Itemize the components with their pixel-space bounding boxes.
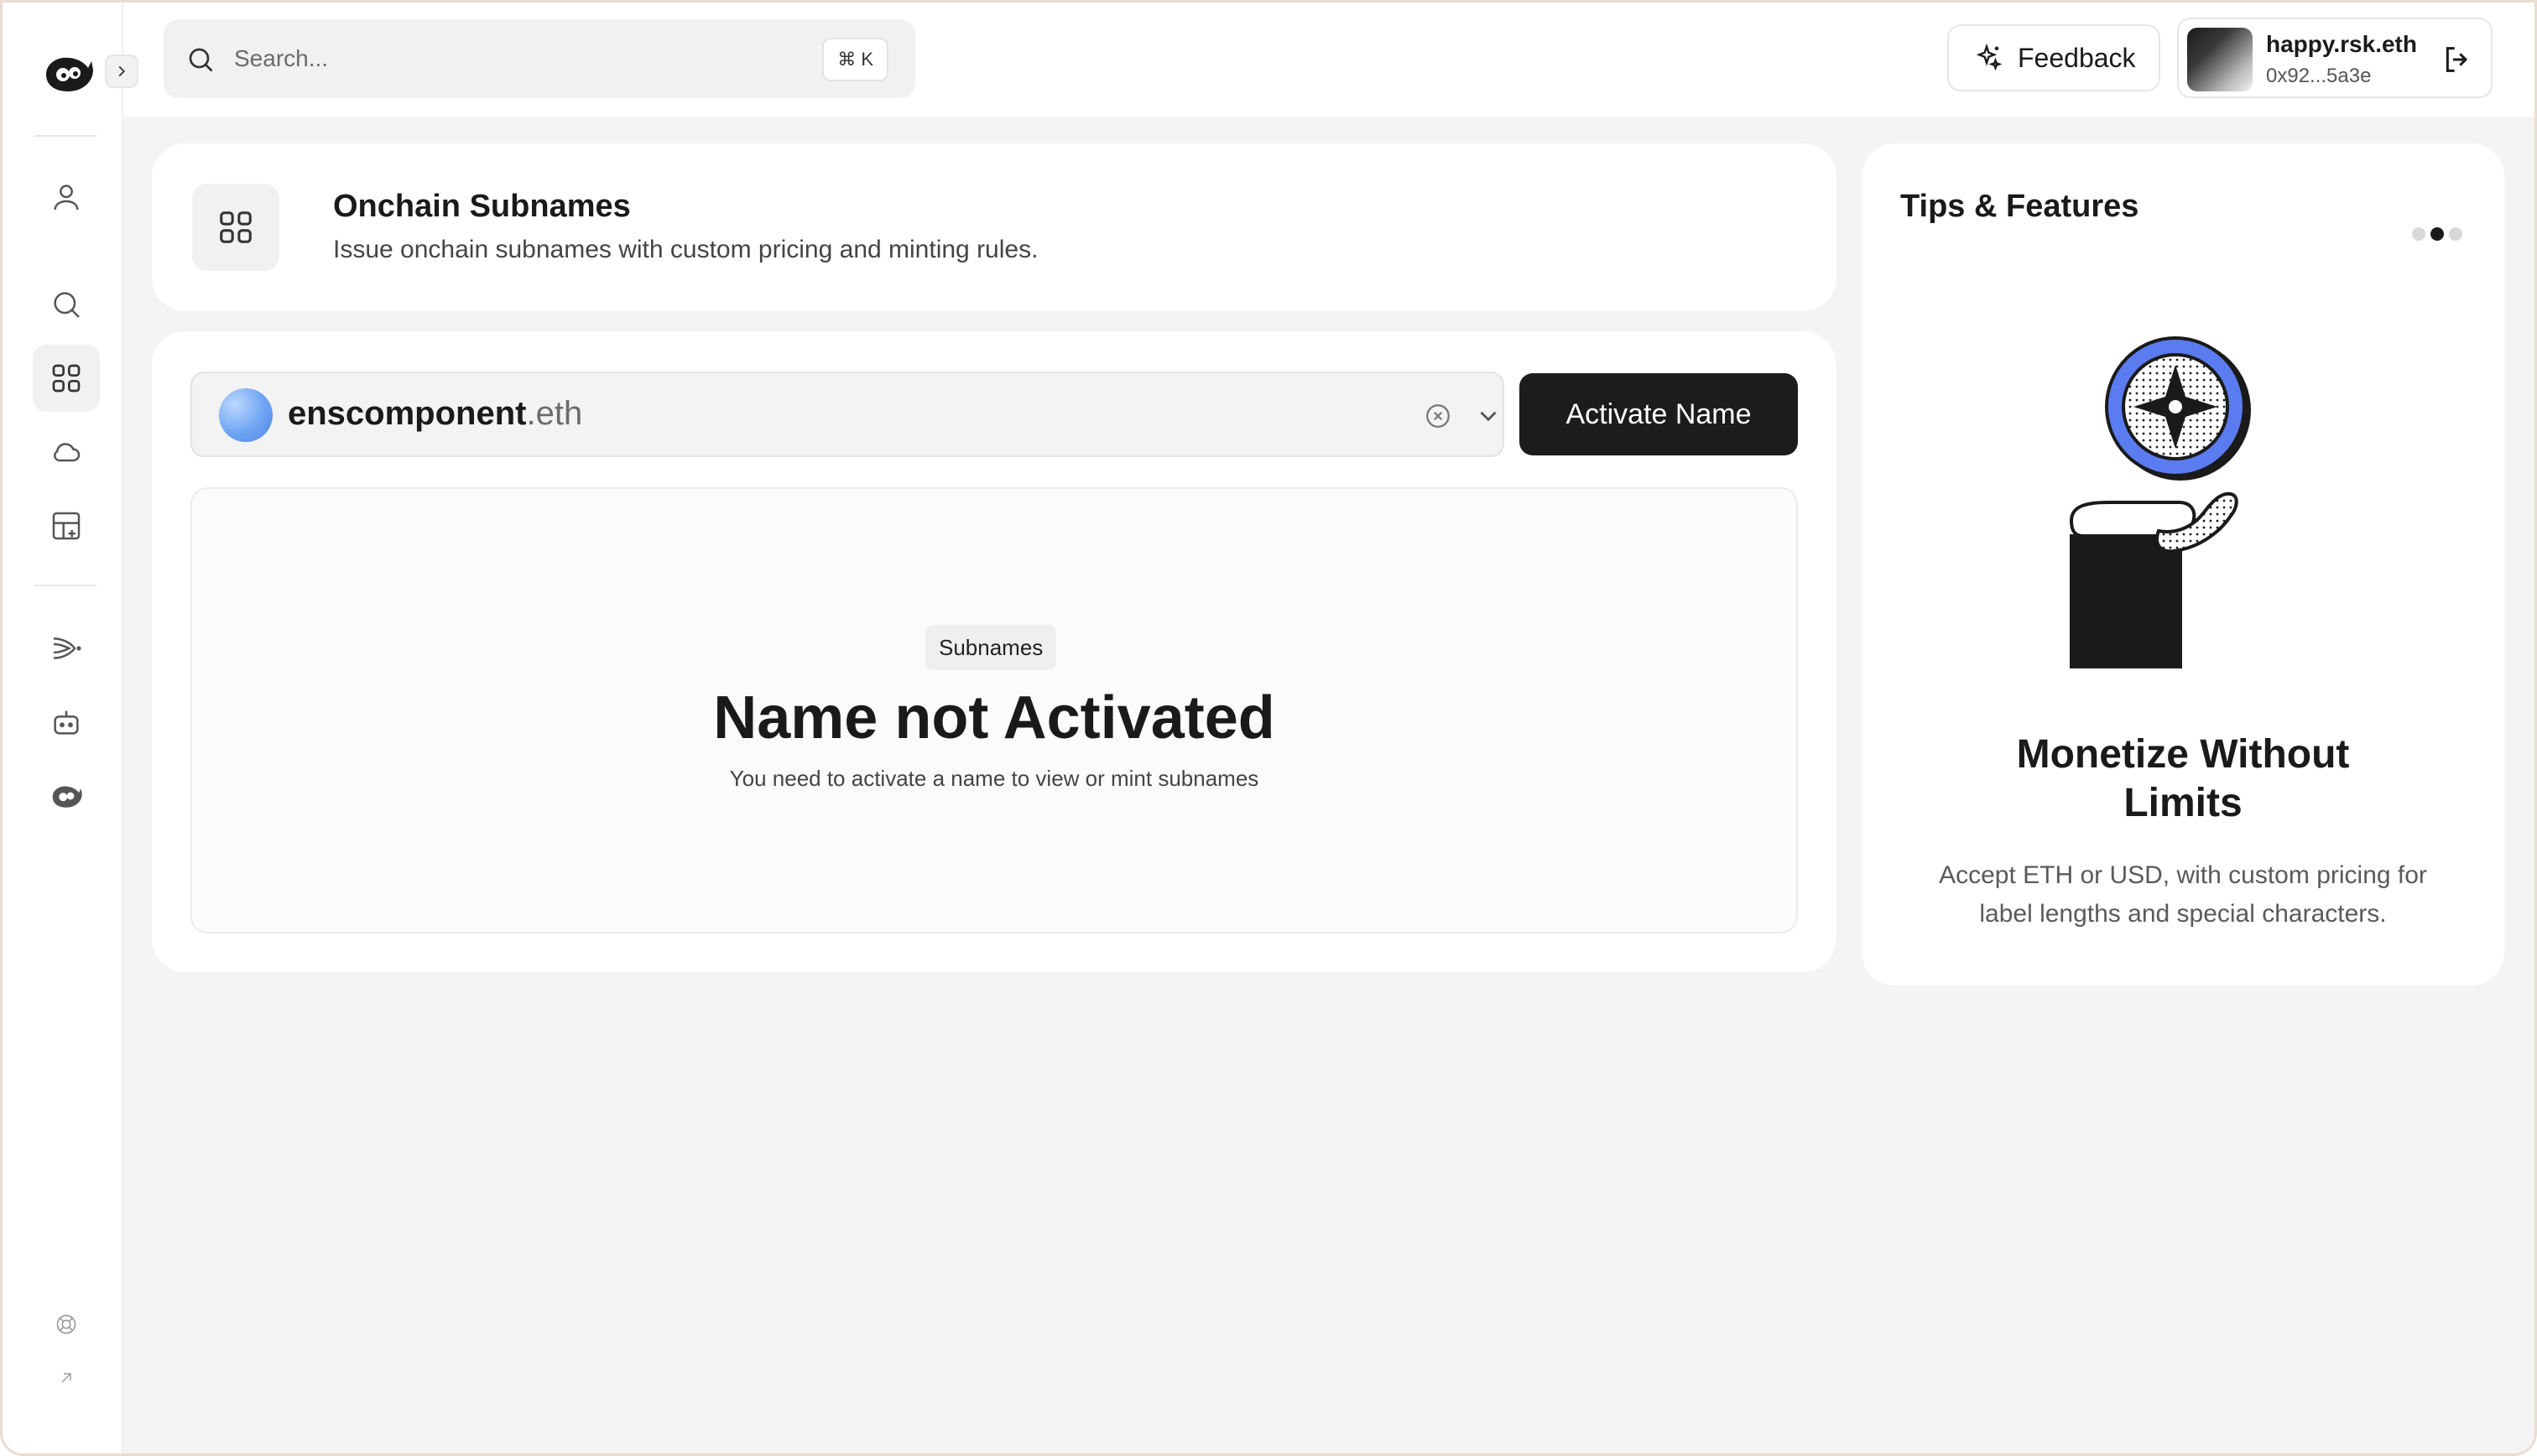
carousel-dots[interactable] bbox=[2412, 227, 2462, 241]
sidebar-item-search[interactable] bbox=[33, 271, 100, 338]
account-address: 0x92...5a3e bbox=[2266, 65, 2372, 87]
search-bar[interactable]: ⌘ K bbox=[164, 19, 915, 98]
carousel-dot[interactable] bbox=[2412, 227, 2425, 241]
account-menu[interactable]: happy.rsk.eth 0x92...5a3e bbox=[2177, 18, 2493, 98]
empty-state: Subnames Name not Activated You need to … bbox=[190, 487, 1798, 933]
name-selector[interactable]: enscomponent.eth bbox=[190, 372, 1504, 457]
avatar bbox=[2187, 28, 2253, 91]
sidebar-item-add-widget[interactable] bbox=[33, 492, 100, 559]
help-icon bbox=[56, 1314, 76, 1334]
tips-headline-text: Monetize Without Limits bbox=[2016, 732, 2350, 825]
sidebar-expand-button[interactable] bbox=[105, 55, 138, 88]
sparkle-icon bbox=[1976, 43, 2003, 71]
search-shortcut-badge: ⌘ K bbox=[822, 38, 888, 81]
chevron-down-icon[interactable] bbox=[1474, 402, 1503, 430]
sidebar-item-cloud[interactable] bbox=[33, 419, 100, 486]
sidebar-divider bbox=[34, 135, 96, 137]
sidebar-item-profile[interactable] bbox=[33, 164, 100, 231]
name-avatar bbox=[219, 388, 273, 442]
tips-title: Tips & Features bbox=[1900, 189, 2139, 224]
subnames-card: enscomponent.eth Activate Name Subnames … bbox=[152, 331, 1836, 972]
empty-state-title: Name not Activated bbox=[713, 684, 1275, 751]
logo-icon bbox=[52, 786, 82, 808]
send-icon bbox=[53, 637, 81, 659]
carousel-dot[interactable] bbox=[2449, 227, 2462, 241]
tips-headline: Monetize Without Limits bbox=[1862, 731, 2504, 828]
clear-icon[interactable] bbox=[1424, 402, 1452, 430]
selected-name: enscomponent.eth bbox=[288, 395, 582, 433]
feedback-label: Feedback bbox=[2018, 42, 2136, 73]
tips-card: Tips & Features Monetize Without Limits … bbox=[1862, 143, 2504, 985]
user-icon bbox=[54, 185, 79, 211]
carousel-dot-active[interactable] bbox=[2430, 227, 2444, 241]
search-icon bbox=[54, 292, 80, 318]
sidebar-item-send[interactable] bbox=[33, 615, 100, 682]
grid-icon bbox=[220, 211, 252, 243]
chevron-right-icon bbox=[118, 65, 126, 77]
selected-name-tld: .eth bbox=[526, 395, 583, 432]
header-icon-box bbox=[192, 184, 279, 271]
page-header-card: Onchain Subnames Issue onchain subnames … bbox=[152, 143, 1836, 311]
logout-icon[interactable] bbox=[2441, 43, 2474, 76]
coin-hand-illustration-icon bbox=[2069, 336, 2251, 668]
bot-icon bbox=[54, 710, 79, 735]
search-input[interactable] bbox=[234, 38, 805, 80]
grid-plus-icon bbox=[52, 512, 81, 540]
grid-icon bbox=[52, 364, 81, 393]
search-icon bbox=[189, 48, 213, 72]
sidebar-divider bbox=[34, 585, 96, 586]
activate-name-button[interactable]: Activate Name bbox=[1519, 373, 1798, 455]
sidebar-item-external[interactable] bbox=[33, 1344, 100, 1412]
tips-body: Accept ETH or USD, with custom pricing f… bbox=[1939, 861, 2427, 928]
topbar: ⌘ K Feedback happy.rsk.eth 0x92...5a3e bbox=[123, 3, 2534, 117]
arrow-up-right-icon bbox=[61, 1373, 71, 1383]
page-subtitle: Issue onchain subnames with custom prici… bbox=[333, 236, 1039, 263]
sidebar-item-bot[interactable] bbox=[33, 689, 100, 756]
account-name: happy.rsk.eth bbox=[2266, 31, 2417, 57]
main-content: Onchain Subnames Issue onchain subnames … bbox=[123, 117, 2534, 1453]
empty-state-description: You need to activate a name to view or m… bbox=[729, 766, 1259, 791]
sidebar-item-brand[interactable] bbox=[33, 762, 100, 829]
app-logo-icon[interactable] bbox=[41, 49, 95, 96]
subnames-badge: Subnames bbox=[925, 625, 1057, 670]
feedback-button[interactable]: Feedback bbox=[1947, 24, 2160, 91]
sidebar bbox=[3, 3, 123, 1453]
sidebar-item-subnames[interactable] bbox=[33, 345, 100, 412]
page-title: Onchain Subnames bbox=[333, 189, 631, 224]
cloud-icon bbox=[54, 443, 81, 462]
app-window: ⌘ K Feedback happy.rsk.eth 0x92...5a3e O… bbox=[0, 0, 2537, 1456]
selected-name-label: enscomponent bbox=[288, 395, 527, 432]
